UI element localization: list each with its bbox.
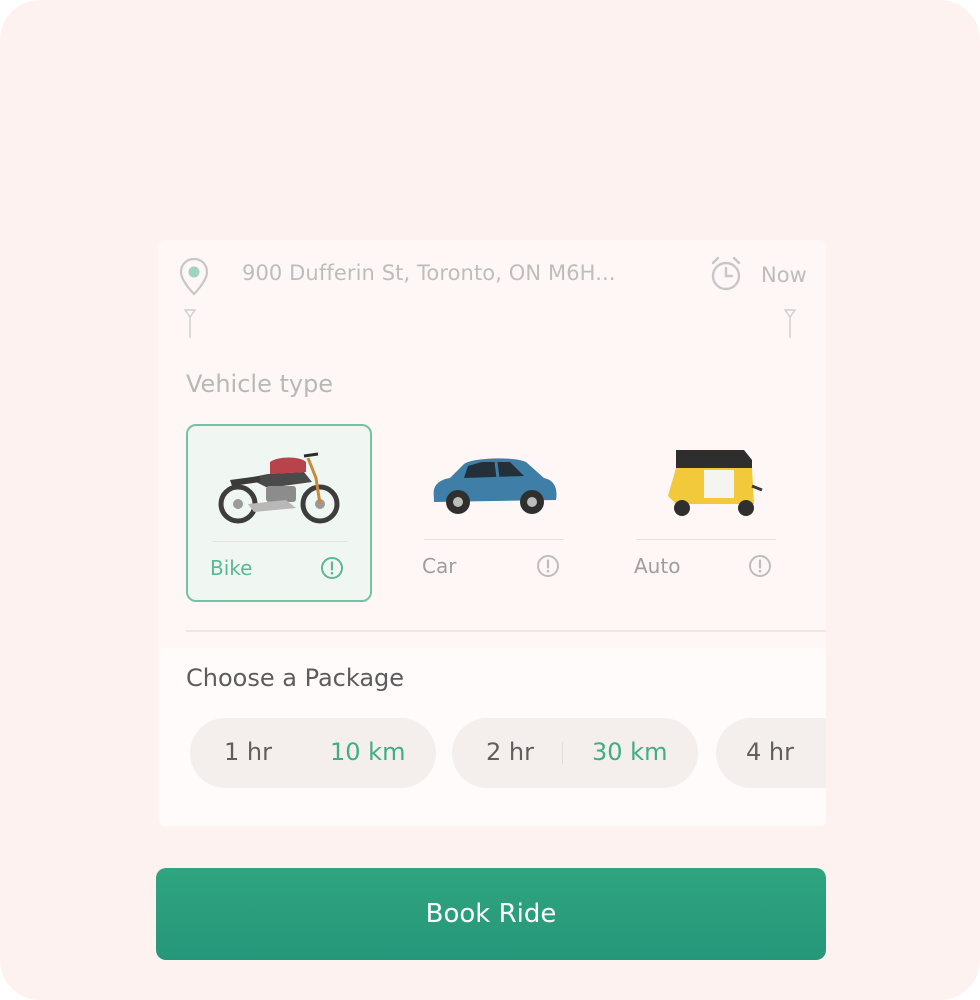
info-icon[interactable] bbox=[748, 554, 772, 578]
car-icon bbox=[433, 458, 557, 514]
package-divider bbox=[562, 742, 563, 764]
package-distance: 10 km bbox=[330, 738, 406, 766]
auto-rickshaw-icon bbox=[668, 450, 763, 516]
book-ride-button[interactable]: Book Ride bbox=[156, 868, 826, 960]
card-divider bbox=[636, 539, 776, 540]
route-marker-icon bbox=[783, 309, 797, 338]
motorcycle-icon bbox=[218, 452, 340, 524]
vehicle-option-auto[interactable]: Auto bbox=[612, 424, 798, 602]
pickup-row[interactable]: 900 Dufferin St, Toronto, ON M6H... Now bbox=[178, 255, 818, 299]
package-distance: 30 km bbox=[592, 738, 668, 766]
package-hours: 1 hr bbox=[224, 738, 272, 766]
vehicle-options: Bike Car Auto bbox=[186, 424, 786, 602]
route-marker-icon bbox=[183, 309, 197, 338]
vehicle-label: Car bbox=[422, 554, 457, 578]
package-option[interactable]: 2 hr 30 km bbox=[452, 718, 698, 788]
card-divider bbox=[212, 541, 348, 542]
package-option[interactable]: 1 hr 10 km bbox=[190, 718, 436, 788]
package-option[interactable]: 4 hr bbox=[716, 718, 826, 788]
vehicle-label: Bike bbox=[210, 556, 253, 580]
info-icon[interactable] bbox=[320, 556, 344, 580]
vehicle-label: Auto bbox=[634, 554, 681, 578]
info-icon[interactable] bbox=[536, 554, 560, 578]
package-hours: 2 hr bbox=[486, 738, 534, 766]
package-options: 1 hr 10 km 2 hr 30 km 4 hr bbox=[186, 718, 826, 788]
alarm-clock-icon bbox=[711, 256, 741, 291]
package-heading: Choose a Package bbox=[186, 664, 405, 692]
vehicle-option-car[interactable]: Car bbox=[400, 424, 586, 602]
pickup-address[interactable]: 900 Dufferin St, Toronto, ON M6H... bbox=[242, 261, 616, 285]
vehicle-type-heading: Vehicle type bbox=[186, 370, 334, 398]
card-divider bbox=[424, 539, 564, 540]
location-pin-icon bbox=[179, 257, 209, 296]
app-frame: 900 Dufferin St, Toronto, ON M6H... Now … bbox=[0, 0, 980, 1000]
pickup-time[interactable]: Now bbox=[761, 263, 807, 287]
vehicle-option-bike[interactable]: Bike bbox=[186, 424, 372, 602]
section-divider bbox=[186, 630, 826, 632]
package-hours: 4 hr bbox=[746, 738, 794, 766]
